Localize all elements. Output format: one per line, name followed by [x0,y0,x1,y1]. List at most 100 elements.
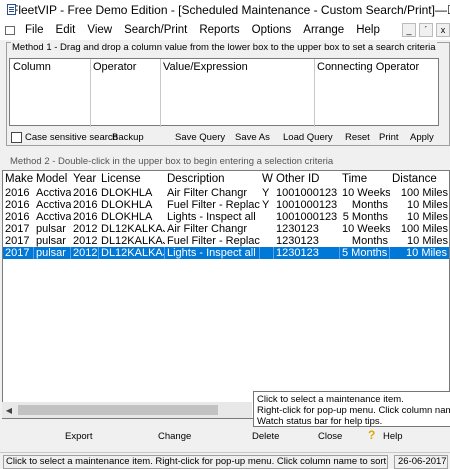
header-w[interactable]: W [260,172,274,186]
cell-other-id: 1001000123 [276,199,338,211]
window-title: FleetVIP - Free Demo Edition - [Schedule… [11,3,435,17]
header-time[interactable]: Time [340,172,390,186]
cell-distance: 10 Miles [407,235,448,247]
cell-time: Months [351,235,388,247]
cell-license: DL12KALKAJI [101,247,165,259]
menu-search-print[interactable]: Search/Print [118,24,193,36]
cell-time: 10 Weeks [342,187,390,199]
mdi-close-button[interactable]: x [436,23,450,37]
cell-w [260,211,274,223]
table-row[interactable]: 2016 Acctiva 2016 DLOKHLA Fuel Filter - Repl… [3,199,449,211]
header-model[interactable]: Model [34,172,71,186]
mdi-restore-button[interactable]: ´ [419,23,433,37]
cell-year: 2012 [73,223,98,235]
cell-time: 10 Weeks [342,223,390,235]
cell-description: Air Filter Changr [167,223,248,235]
cell-model: Acctiva [36,211,71,223]
header-other-id[interactable]: Other ID [274,172,340,186]
cell-w [260,235,274,247]
cell-other-id: 1230123 [274,247,340,259]
reset-button[interactable]: Reset [345,132,370,143]
tooltip-line: Watch status bar for help tips. [257,416,383,427]
criteria-box[interactable]: Column Operator Value/Expression Connect… [9,58,439,127]
cell-other-id: 1001000123 [276,211,338,223]
cell-w: Y [262,187,270,199]
cell-time: 5 Months [342,211,388,223]
menu-reports[interactable]: Reports [193,24,245,36]
cell-make: 2016 [5,211,30,223]
menu-edit[interactable]: Edit [50,24,82,36]
criteria-col-value: Value/Expression [163,61,248,73]
header-distance[interactable]: Distance [390,172,449,186]
cell-year: 2016 [73,187,98,199]
header-year[interactable]: Year [71,172,99,186]
method2-label: Method 2 - Double-click in the upper box… [10,156,334,167]
menu-options[interactable]: Options [246,24,298,36]
case-sensitive-checkbox[interactable] [11,132,22,143]
scroll-track[interactable] [16,402,252,418]
table-row[interactable]: 2017 pulsar 2012 DL12KALKAJI Fuel Filter - R… [3,235,449,247]
status-date: 26-06-2017 [394,455,448,469]
help-button[interactable]: Help [383,431,403,442]
print-button[interactable]: Print [379,132,399,143]
maintenance-grid[interactable]: Make Model Year License Description W Ot… [2,170,450,419]
menu-view[interactable]: View [81,24,118,36]
status-text: Click to select a maintenance item. Righ… [3,455,388,469]
table-row[interactable]: 2017 pulsar 2012 DL12KALKAJI Air Filter Chan… [3,223,449,235]
cell-description: Fuel Filter - Replace [167,235,260,247]
save-as-button[interactable]: Save As [235,132,270,143]
header-description[interactable]: Description [165,172,260,186]
menu-help[interactable]: Help [350,24,386,36]
save-query-button[interactable]: Save Query [175,132,225,143]
cell-distance: 10 Miles [407,211,448,223]
scroll-left-icon[interactable]: ◀ [2,402,16,418]
cell-model: Acctiva [36,187,71,199]
cell-make: 2017 [5,223,30,235]
cell-description: Fuel Filter - Replace [167,199,260,211]
criteria-col-column: Column [13,61,51,73]
help-tooltip: Click to select a maintenance item. Righ… [253,391,450,427]
cell-make: 2017 [5,235,30,247]
minimize-button[interactable]: — [435,0,447,20]
header-make[interactable]: Make [3,172,34,186]
cell-license: DLOKHLA [101,211,153,223]
cell-license: DL12KALKAJI [101,235,165,247]
case-sensitive-label: Case sensitive search [25,132,118,143]
cell-description: Lights - Inspect all [165,247,260,259]
apply-button[interactable]: Apply [410,132,434,143]
cell-model: Acctiva [36,199,71,211]
cell-time: 5 Months [340,247,390,259]
change-button[interactable]: Change [158,431,191,442]
criteria-col-connecting-operator: Connecting Operator [317,61,420,73]
table-row[interactable]: 2016 Acctiva 2016 DLOKHLA Air Filter Changr Y… [3,187,449,199]
horizontal-scrollbar[interactable]: ◀ [2,402,252,418]
header-license[interactable]: License [99,172,165,186]
cell-license: DL12KALKAJI [101,223,165,235]
cell-license: DLOKHLA [101,199,153,211]
cell-description: Lights - Inspect all [167,211,256,223]
cell-w [260,223,274,235]
export-button[interactable]: Export [65,431,92,442]
menu-file[interactable]: File [19,24,50,36]
cell-distance: 10 Miles [407,199,448,211]
tooltip-line: Right-click for pop-up menu. Click colum… [257,405,450,416]
cell-make: 2017 [3,247,34,259]
delete-button[interactable]: Delete [252,431,279,442]
bottom-toolbar: Export Change Delete Close ? Help [0,428,450,446]
scroll-thumb[interactable] [18,405,218,415]
grid-header: Make Model Year License Description W Ot… [3,172,449,186]
criteria-col-operator: Operator [93,61,137,73]
system-menu-icon[interactable] [5,25,15,35]
table-row[interactable]: 2017 pulsar 2012 DL12KALKAJI Lights - Inspec… [3,247,449,259]
cell-make: 2016 [5,199,30,211]
cell-description: Air Filter Changr [167,187,248,199]
backup-button[interactable]: Backup [112,132,144,143]
title-bar: FleetVIP - Free Demo Edition - [Schedule… [0,0,450,20]
cell-year: 2012 [73,235,98,247]
mdi-minimize-button[interactable]: _ [402,23,416,37]
table-row[interactable]: 2016 Acctiva 2016 DLOKHLA Lights - Inspect a… [3,211,449,223]
load-query-button[interactable]: Load Query [283,132,333,143]
menu-arrange[interactable]: Arrange [297,24,350,36]
cell-w: Y [262,199,270,211]
close-form-button[interactable]: Close [318,431,342,442]
